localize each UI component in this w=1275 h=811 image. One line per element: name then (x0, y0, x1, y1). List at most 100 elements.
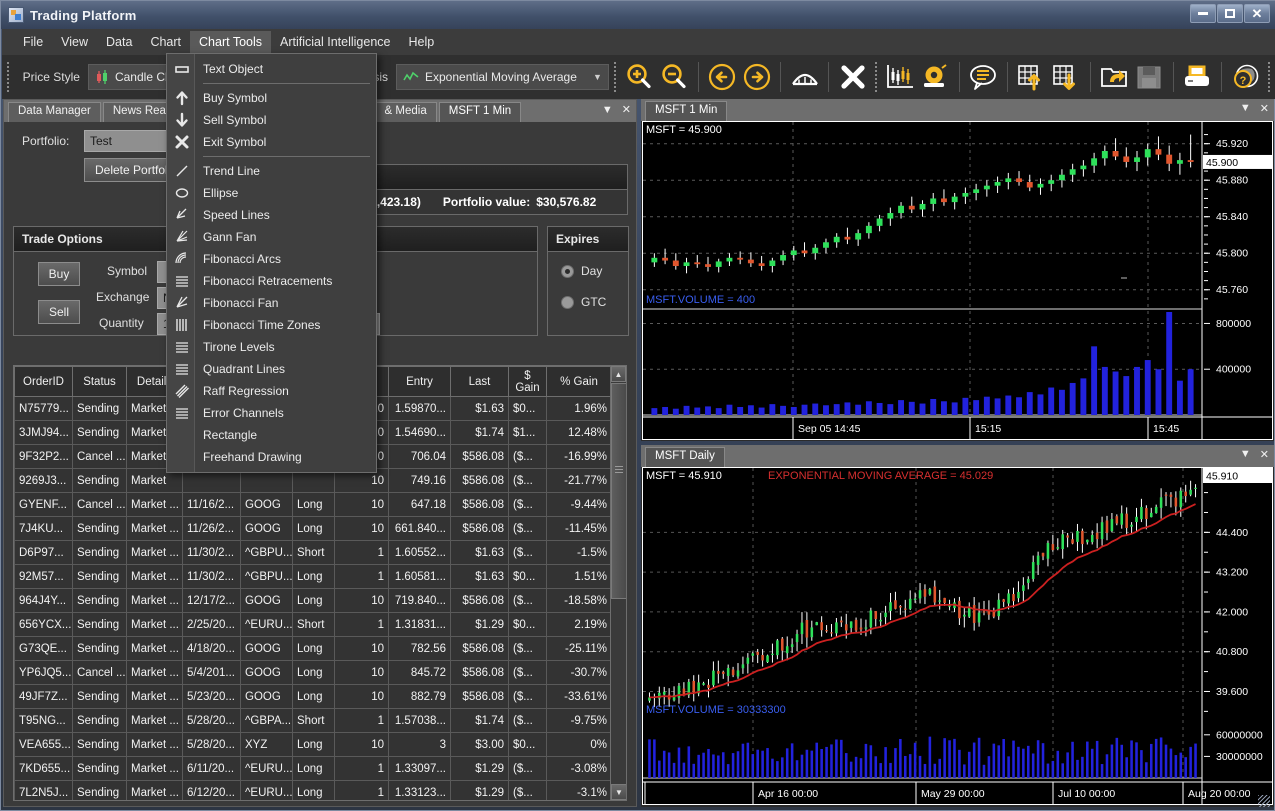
menu-chart[interactable]: Chart (141, 31, 190, 53)
col-pct-gain[interactable]: % Gain (547, 367, 612, 397)
chart-top-close-icon[interactable]: ✕ (1260, 102, 1269, 115)
col-entry[interactable]: Entry (389, 367, 451, 397)
table-row[interactable]: 92M57...SendingMarket ...11/30/2...^GBPU… (15, 565, 612, 589)
orders-table-scrollbar[interactable]: ▲ ▼ (610, 366, 626, 800)
alarm-bell-icon[interactable] (918, 58, 953, 96)
dock-dropdown-icon[interactable]: ▼ (602, 104, 613, 116)
chart-tools-dropdown-menu[interactable]: Text Object Buy SymbolSell SymbolExit Sym… (166, 53, 377, 473)
svg-text:45.900: 45.900 (1206, 157, 1238, 169)
col-orderid[interactable]: OrderID (15, 367, 73, 397)
chart-top-volume-legend: MSFT.VOLUME = 400 (646, 294, 755, 306)
expires-day-radio[interactable] (561, 265, 574, 278)
table-row[interactable]: G73QE...SendingMarket ...4/18/20...GOOGL… (15, 637, 612, 661)
chart-top-dropdown-icon[interactable]: ▼ (1240, 102, 1251, 115)
open-folder-icon[interactable] (1097, 58, 1132, 96)
chart-panel-top: MSFT 1 Min ▼ ✕ 45.92045.88045.84045.8004… (641, 99, 1274, 441)
chart-tools-item-quadrant-lines[interactable]: Quadrant Lines (167, 358, 376, 380)
svg-text:45.910: 45.910 (1206, 471, 1238, 483)
menu-help[interactable]: Help (399, 31, 443, 53)
chart-tools-item-sell-symbol[interactable]: Sell Symbol (167, 109, 376, 131)
svg-text:400000: 400000 (1216, 364, 1251, 376)
chart-tools-item-fibonacci-arcs[interactable]: Fibonacci Arcs (167, 248, 376, 270)
col-status[interactable]: Status (73, 367, 127, 397)
grid-down-icon[interactable] (1049, 58, 1084, 96)
buy-button[interactable]: Buy (38, 262, 80, 286)
chart-bottom-dropdown-icon[interactable]: ▼ (1240, 448, 1251, 461)
toolbar-grip-4[interactable] (1267, 60, 1272, 94)
menu-file[interactable]: File (14, 31, 52, 53)
delete-x-icon[interactable] (835, 58, 870, 96)
chart-tools-item-raff-regression[interactable]: Raff Regression (167, 380, 376, 402)
expires-gtc-radio[interactable] (561, 296, 574, 309)
zoom-in-icon[interactable] (622, 58, 657, 96)
back-arrow-icon[interactable] (704, 58, 739, 96)
chart-tab-msft-daily[interactable]: MSFT Daily (645, 447, 725, 467)
chart-tools-item-fibonacci-time-zones[interactable]: Fibonacci Time Zones (167, 314, 376, 336)
grid-up-icon[interactable] (1014, 58, 1049, 96)
table-row[interactable]: 7J4KU...SendingMarket ...11/26/2...GOOGL… (15, 517, 612, 541)
chart-tools-item-rectangle[interactable]: Rectangle (167, 424, 376, 446)
cell-status: Sending (73, 637, 127, 661)
print-icon[interactable] (1180, 58, 1215, 96)
close-button[interactable]: ✕ (1244, 4, 1270, 23)
window-resize-grip[interactable] (1258, 795, 1270, 807)
gann-fan-icon (171, 226, 193, 248)
chart-tab-msft-1-min[interactable]: MSFT 1 Min (645, 101, 727, 121)
chart-tools-item-tirone-levels[interactable]: Tirone Levels (167, 336, 376, 358)
tab-data-manager[interactable]: Data Manager (8, 102, 101, 122)
dock-close-icon[interactable]: ✕ (622, 103, 631, 116)
table-row[interactable]: VEA655...SendingMarket ...5/28/20...XYZL… (15, 733, 612, 757)
chevron-down-icon[interactable]: ▼ (581, 72, 602, 82)
table-row[interactable]: 7KD655...SendingMarket ...6/11/20...^EUR… (15, 757, 612, 781)
table-row[interactable]: 49JF7Z...SendingMarket ...5/23/20...GOOG… (15, 685, 612, 709)
table-row[interactable]: 964J4Y...SendingMarket ...12/17/2...GOOG… (15, 589, 612, 613)
table-row[interactable]: T95NG...SendingMarket ...5/28/20...^GBPA… (15, 709, 612, 733)
toolbar-grip-3[interactable] (874, 60, 879, 94)
col-dollar-gain[interactable]: $ Gain (509, 367, 547, 397)
menu-view[interactable]: View (52, 31, 97, 53)
chart-tools-item-gann-fan[interactable]: Gann Fan (167, 226, 376, 248)
scroll-up-icon[interactable]: ▲ (611, 366, 626, 382)
forward-arrow-icon[interactable] (739, 58, 774, 96)
menu-data[interactable]: Data (97, 31, 141, 53)
chart-bottom-canvas[interactable]: 44.40043.20042.00040.80039.6006000000030… (642, 467, 1273, 805)
chart-tools-item-buy-symbol[interactable]: Buy Symbol (167, 87, 376, 109)
chart-tools-item-error-channels[interactable]: Error Channels (167, 402, 376, 424)
toolbar-grip[interactable] (6, 60, 11, 94)
tab-and-media[interactable]: & Media (375, 102, 437, 122)
menu-artificial-intelligence[interactable]: Artificial Intelligence (271, 31, 399, 53)
table-row[interactable]: YP6JQ5...Cancel ...Market ...5/4/201...G… (15, 661, 612, 685)
chart-tools-item-freehand-drawing[interactable]: Freehand Drawing (167, 446, 376, 468)
chart-tools-item-trend-line[interactable]: Trend Line (167, 160, 376, 182)
chart-tools-item-text-object[interactable]: Text Object (167, 58, 376, 80)
table-row[interactable]: GYENF...Cancel ...Market ...11/16/2...GO… (15, 493, 612, 517)
chart-tools-item-exit-symbol[interactable]: Exit Symbol (167, 131, 376, 153)
scroll-thumb[interactable] (611, 383, 627, 599)
tab-msft-1-min[interactable]: MSFT 1 Min (439, 102, 521, 122)
chart-tools-item-ellipse[interactable]: Ellipse (167, 182, 376, 204)
fibonacci-fan-icon (171, 292, 193, 314)
comment-icon[interactable] (966, 58, 1001, 96)
help-globe-icon[interactable]: ? (1228, 58, 1263, 96)
zoom-out-icon[interactable] (657, 58, 692, 96)
table-row[interactable]: D6P97...SendingMarket ...11/30/2...^GBPU… (15, 541, 612, 565)
chart-tools-item-fibonacci-fan[interactable]: Fibonacci Fan (167, 292, 376, 314)
table-row[interactable]: 656YCX...SendingMarket ...2/25/20...^EUR… (15, 613, 612, 637)
maximize-button[interactable] (1217, 4, 1243, 23)
col-last[interactable]: Last (451, 367, 509, 397)
analysis-combo[interactable]: Exponential Moving Average ▼ (396, 64, 609, 90)
scroll-down-icon[interactable]: ▼ (611, 784, 627, 800)
chart-tools-item-speed-lines[interactable]: Speed Lines (167, 204, 376, 226)
toolbar-grip-2[interactable] (613, 60, 618, 94)
bridge-icon[interactable] (787, 58, 822, 96)
minimize-button[interactable] (1190, 4, 1216, 23)
table-row[interactable]: 7L2N5J...SendingMarket ...6/12/20...^EUR… (15, 781, 612, 802)
sell-button[interactable]: Sell (38, 300, 80, 324)
chart-bottom-close-icon[interactable]: ✕ (1260, 448, 1269, 461)
chart-tools-item-fibonacci-retracements[interactable]: Fibonacci Retracements (167, 270, 376, 292)
candlestick-chart-icon[interactable] (883, 58, 918, 96)
save-disk-icon[interactable] (1132, 58, 1167, 96)
menu-chart-tools[interactable]: Chart Tools (190, 31, 271, 53)
svg-text:Apr 16 00:00: Apr 16 00:00 (758, 788, 818, 800)
chart-top-canvas[interactable]: 45.92045.88045.84045.80045.7608000004000… (642, 121, 1273, 440)
